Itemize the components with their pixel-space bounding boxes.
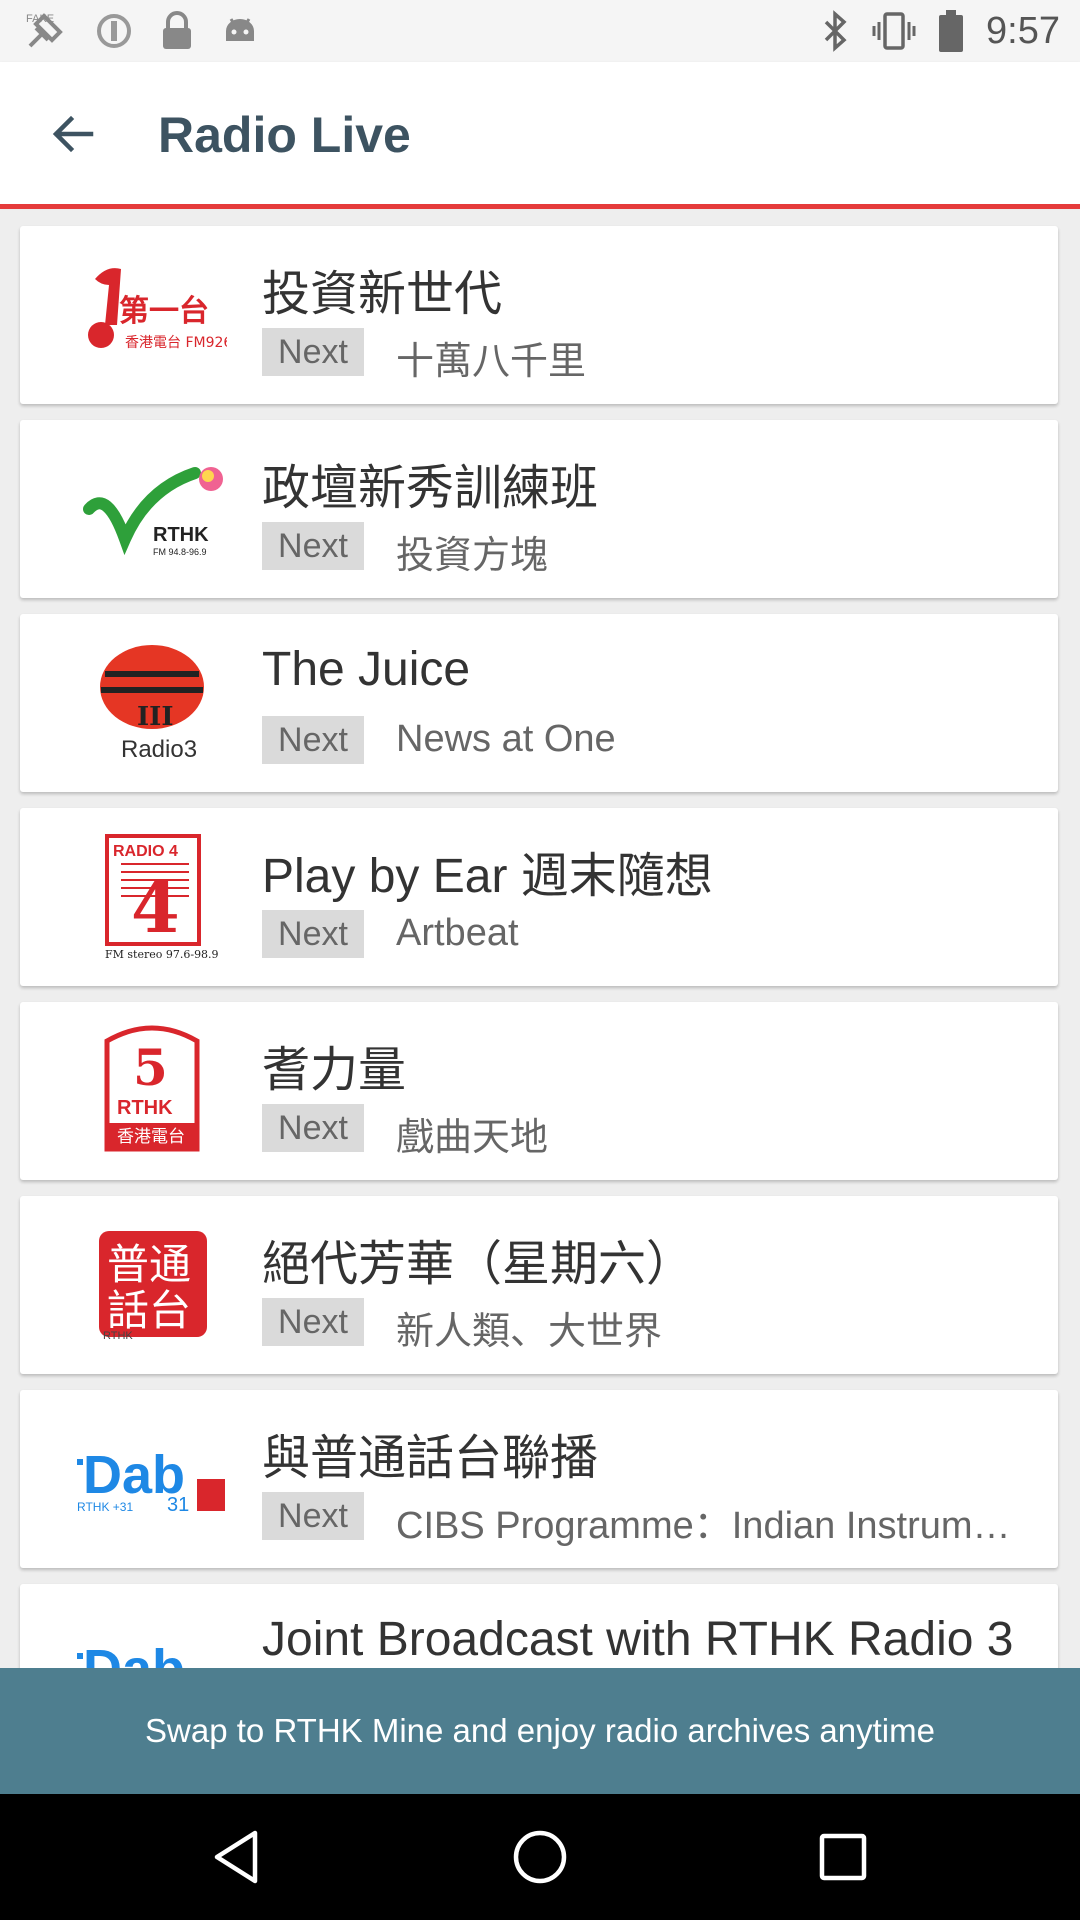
dab-32-logo: Dab (48, 1608, 256, 1668)
radio-1-logo-sub: 香港電台 FM926 (125, 335, 227, 351)
system-nav-bar (0, 1794, 1080, 1920)
next-tag: Next (262, 1492, 364, 1540)
page-title: Radio Live (158, 107, 411, 163)
radio-2-logo: RTHK FM 94.8-96.9 (48, 444, 256, 574)
svg-text:5: 5 (133, 1038, 168, 1097)
next-tag: Next (262, 1298, 364, 1346)
radio-2-logo-text: RTHK (153, 524, 209, 546)
next-programme: 戲曲天地 (396, 1117, 549, 1159)
radio-5-logo: 5 RTHK 香港電台 (48, 1025, 256, 1156)
dab-31-logo: Dab RTHK +31 31 (48, 1414, 256, 1544)
nav-back-button[interactable] (201, 1824, 271, 1890)
app-bar: Radio Live (0, 62, 1080, 204)
channel-card-putonghua[interactable]: 普通 話台 RTHK 絕代芳華（星期六） Next 新人類、大世界 (20, 1196, 1058, 1374)
dab-32-logo-text: Dab (83, 1639, 185, 1668)
svg-text:普通: 普通 (107, 1240, 191, 1289)
current-programme: 耆力量 (262, 1044, 407, 1097)
next-tag: Next (262, 522, 364, 570)
channel-list[interactable]: 第一台 香港電台 FM926 投資新世代 Next 十萬八千里 RTHK FM … (0, 209, 1080, 1668)
next-tag: Next (262, 328, 364, 376)
next-tag: Next (262, 716, 364, 764)
nav-back-icon (214, 1830, 258, 1884)
current-programme: The Juice (262, 643, 471, 696)
svg-text:31: 31 (167, 1494, 189, 1516)
channel-card-dab-31[interactable]: Dab RTHK +31 31 與普通話台聯播 Next CIBS Progra… (20, 1390, 1058, 1568)
channel-card-dab-32[interactable]: Dab Joint Broadcast with RTHK Radio 3 (20, 1584, 1058, 1668)
arrow-back-icon (52, 115, 94, 153)
radio-4-logo: RADIO 4 4 FM stereo 97.6-98.9 (48, 832, 256, 962)
radio-5-logo-text: RTHK (117, 1097, 173, 1119)
svg-text:4: 4 (131, 866, 180, 949)
lock-icon (163, 11, 191, 49)
nav-home-button[interactable] (505, 1824, 575, 1890)
nav-recents-button[interactable] (808, 1824, 878, 1890)
radio-4-logo-text: RADIO 4 (113, 843, 178, 860)
channel-card-radio-5[interactable]: 5 RTHK 香港電台 耆力量 Next 戲曲天地 (20, 1002, 1058, 1180)
vibrate-icon (872, 12, 916, 50)
battery-icon (939, 10, 964, 52)
putonghua-logo: 普通 話台 RTHK (48, 1220, 256, 1350)
svg-text:話台: 話台 (107, 1286, 191, 1335)
status-time: 9:57 (986, 9, 1060, 52)
next-tag: Next (262, 910, 364, 958)
current-programme: 投資新世代 (262, 268, 503, 321)
nav-home-icon (513, 1830, 567, 1884)
channel-card-radio-3[interactable]: III Radio3 The Juice Next News at One (20, 614, 1058, 792)
current-programme: 與普通話台聯播 (262, 1432, 599, 1485)
current-programme: 絕代芳華（星期六） (262, 1238, 695, 1291)
radio-1-logo: 第一台 香港電台 FM926 (48, 250, 256, 380)
radio-3-logo-sub: III (137, 702, 174, 732)
status-icons-right: 9:57 (822, 8, 1060, 54)
nav-recents-icon (819, 1833, 867, 1881)
next-programme: 投資方塊 (396, 535, 549, 577)
radio-5-logo-sub: 香港電台 (117, 1127, 185, 1147)
next-programme: CIBS Programme：Indian Instrumental (396, 1505, 1016, 1547)
channel-card-radio-2[interactable]: RTHK FM 94.8-96.9 政壇新秀訓練班 Next 投資方塊 (20, 420, 1058, 598)
current-programme: 政壇新秀訓練班 (262, 462, 599, 515)
svg-text:FAKE: FAKE (26, 13, 54, 25)
data-saver-icon (97, 14, 131, 48)
radio-1-logo-text: 第一台 (119, 294, 209, 329)
status-icons-left: FAKE (22, 8, 260, 54)
radio-3-logo-text: Radio3 (121, 736, 197, 763)
next-programme: News at One (396, 718, 616, 760)
status-bar: FAKE 9:57 (0, 0, 1080, 62)
radio-3-logo: III Radio3 (48, 638, 256, 768)
fake-gps-icon: FAKE (26, 13, 63, 48)
next-programme: 新人類、大世界 (396, 1311, 663, 1353)
current-programme: Joint Broadcast with RTHK Radio 3 (262, 1613, 1014, 1666)
android-icon (226, 18, 254, 41)
next-programme: Artbeat (396, 912, 519, 954)
rthk-mine-banner[interactable]: Swap to RTHK Mine and enjoy radio archiv… (0, 1668, 1080, 1794)
banner-text: Swap to RTHK Mine and enjoy radio archiv… (145, 1712, 935, 1749)
back-button[interactable] (34, 100, 112, 168)
current-programme: Play by Ear 週末隨想 (262, 850, 713, 903)
putonghua-logo-sub: RTHK (103, 1330, 133, 1342)
next-programme: 十萬八千里 (396, 341, 587, 383)
channel-card-radio-1[interactable]: 第一台 香港電台 FM926 投資新世代 Next 十萬八千里 (20, 226, 1058, 404)
bluetooth-icon (824, 10, 847, 52)
dab-31-logo-sub: RTHK +31 (77, 1500, 133, 1514)
channel-card-radio-4[interactable]: RADIO 4 4 FM stereo 97.6-98.9 Play by Ea… (20, 808, 1058, 986)
radio-2-logo-sub: FM 94.8-96.9 (153, 547, 207, 557)
next-tag: Next (262, 1104, 364, 1152)
radio-4-logo-sub: FM stereo 97.6-98.9 (105, 948, 219, 961)
